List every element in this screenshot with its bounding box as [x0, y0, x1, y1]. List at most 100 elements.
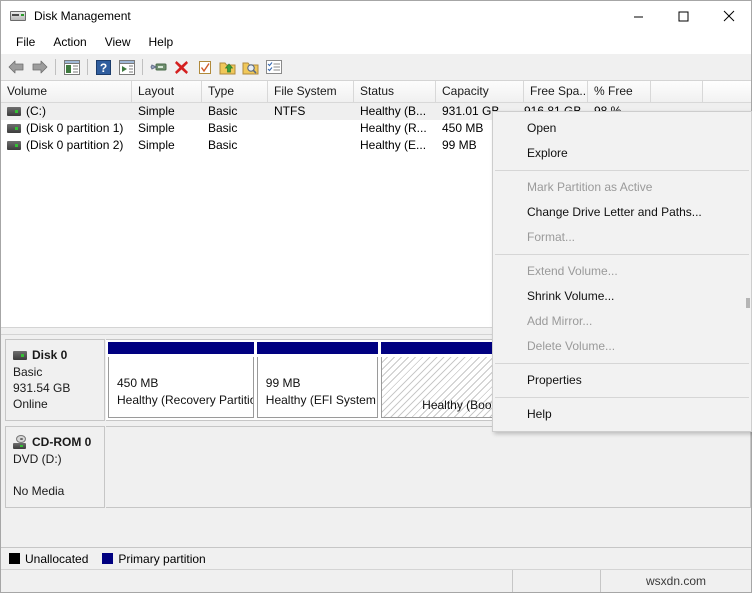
context-menu-item: Extend Volume...	[493, 259, 751, 284]
menu-separator	[495, 397, 749, 398]
menu-separator	[495, 254, 749, 255]
window-controls	[616, 1, 751, 31]
disk-size	[13, 467, 98, 483]
context-menu-item: Mark Partition as Active	[493, 175, 751, 200]
volume-label: (Disk 0 partition 2)	[26, 137, 123, 154]
column-header[interactable]: Capacity	[436, 81, 524, 102]
show-hide-console-tree-button[interactable]	[60, 56, 83, 78]
legend-label: Unallocated	[25, 552, 88, 566]
legend-swatch	[9, 553, 20, 564]
partition-size: 450 MB	[117, 375, 253, 392]
status-segment-main	[1, 570, 513, 592]
window-title: Disk Management	[34, 1, 616, 31]
status-cell: Healthy (R...	[354, 120, 436, 137]
close-button[interactable]	[706, 1, 751, 31]
volume-cell: (Disk 0 partition 2)	[1, 137, 132, 154]
volume-cell: (Disk 0 partition 1)	[1, 120, 132, 137]
disk-info-panel[interactable]: Disk 0Basic931.54 GBOnline	[5, 339, 105, 421]
properties-icon	[150, 61, 167, 74]
status-segment-secondary	[513, 570, 601, 592]
partition-size: 99 MB	[266, 375, 377, 392]
menu-separator	[495, 170, 749, 171]
disk-size: 931.54 GB	[13, 380, 98, 396]
status-bar: wsxdn.com	[1, 569, 751, 592]
volume-icon	[7, 141, 21, 150]
legend: Unallocated Primary partition	[1, 547, 751, 569]
show-hide-action-pane-button[interactable]	[115, 56, 138, 78]
refresh-icon	[198, 60, 212, 75]
forward-button[interactable]	[28, 56, 51, 78]
column-header[interactable]: % Free	[588, 81, 651, 102]
properties-button[interactable]	[147, 56, 170, 78]
close-icon	[723, 10, 735, 22]
menu-file[interactable]: File	[7, 32, 44, 52]
context-menu-item[interactable]: Explore	[493, 141, 751, 166]
all-tasks-button[interactable]	[239, 56, 262, 78]
disk-title: CD-ROM 0	[13, 434, 98, 450]
context-menu-item: Delete Volume...	[493, 334, 751, 359]
disk-type: DVD (D:)	[13, 451, 98, 467]
context-menu-item: Format...	[493, 225, 751, 250]
all-tasks-icon	[242, 60, 259, 75]
cdrom-icon	[13, 435, 28, 449]
volume-label: (Disk 0 partition 1)	[26, 120, 123, 137]
legend-label: Primary partition	[118, 552, 205, 566]
rescan-disks-button[interactable]	[216, 56, 239, 78]
layout-cell: Simple	[132, 137, 202, 154]
type-cell: Basic	[202, 120, 268, 137]
forward-icon	[31, 60, 48, 74]
disk-type: Basic	[13, 364, 98, 380]
column-header[interactable]: File System	[268, 81, 354, 102]
context-menu-item[interactable]: Help	[493, 402, 751, 427]
back-icon	[8, 60, 25, 74]
file-system-cell	[268, 120, 354, 137]
list-view-icon	[266, 60, 282, 74]
partition-status: Healthy (Recovery Partition)	[117, 392, 253, 409]
partition-block[interactable]: 450 MBHealthy (Recovery Partition)	[108, 342, 254, 418]
status-cell: Healthy (E...	[354, 137, 436, 154]
context-menu-item[interactable]: Shrink Volume...	[493, 284, 751, 309]
disk-name: Disk 0	[32, 347, 67, 363]
partition-details: 99 MBHealthy (EFI System Partition)	[257, 357, 378, 418]
type-cell: Basic	[202, 137, 268, 154]
menu-view[interactable]: View	[96, 32, 140, 52]
toolbar: ?	[1, 53, 751, 81]
refresh-button[interactable]	[193, 56, 216, 78]
back-button[interactable]	[5, 56, 28, 78]
menu-separator	[495, 363, 749, 364]
menu-help[interactable]: Help	[140, 32, 183, 52]
title-bar: Disk Management	[1, 1, 751, 31]
context-menu-item[interactable]: Open	[493, 116, 751, 141]
column-header[interactable]: Type	[202, 81, 268, 102]
context-menu-item: Add Mirror...	[493, 309, 751, 334]
column-header[interactable]	[651, 81, 703, 102]
disk-row: CD-ROM 0DVD (D:) No Media	[5, 426, 751, 508]
context-menu-scroll-indicator[interactable]	[746, 298, 750, 308]
toolbar-separator	[55, 59, 56, 75]
help-icon: ?	[96, 60, 111, 75]
status-cell: Healthy (B...	[354, 103, 436, 120]
minimize-button[interactable]	[616, 1, 661, 31]
column-header[interactable]: Free Spa...	[524, 81, 588, 102]
partition-block[interactable]: 99 MBHealthy (EFI System Partition)	[257, 342, 378, 418]
disk-name: CD-ROM 0	[32, 434, 91, 450]
toolbar-separator	[87, 59, 88, 75]
column-header[interactable]: Status	[354, 81, 436, 102]
column-header[interactable]: Volume	[1, 81, 132, 102]
list-view-button[interactable]	[262, 56, 285, 78]
maximize-button[interactable]	[661, 1, 706, 31]
disk-state: Online	[13, 396, 98, 412]
help-button[interactable]: ?	[92, 56, 115, 78]
delete-button[interactable]	[170, 56, 193, 78]
file-system-cell	[268, 137, 354, 154]
disk-info-panel[interactable]: CD-ROM 0DVD (D:) No Media	[5, 426, 105, 508]
disk-title: Disk 0	[13, 347, 98, 363]
column-header[interactable]: Layout	[132, 81, 202, 102]
legend-swatch	[102, 553, 113, 564]
file-system-cell: NTFS	[268, 103, 354, 120]
menu-action[interactable]: Action	[44, 32, 95, 52]
context-menu-item[interactable]: Change Drive Letter and Paths...	[493, 200, 751, 225]
context-menu-item[interactable]: Properties	[493, 368, 751, 393]
maximize-icon	[678, 11, 689, 22]
volume-label: (C:)	[26, 103, 46, 120]
